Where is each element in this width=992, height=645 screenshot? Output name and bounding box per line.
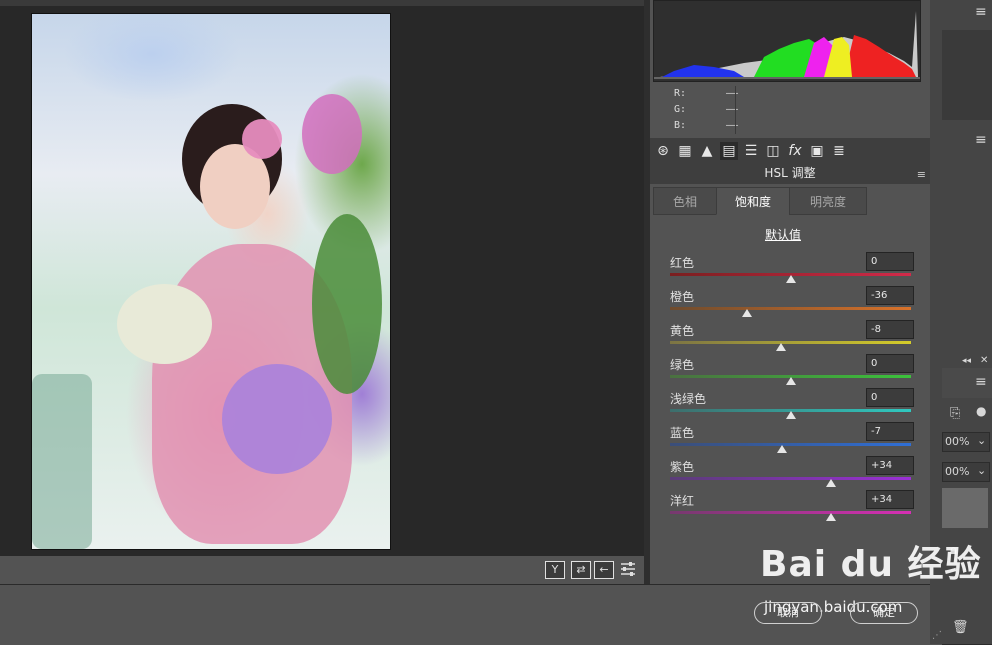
camera-calibration-icon[interactable]: ▣	[808, 142, 826, 160]
slider-thumb[interactable]	[785, 275, 796, 283]
close-icon[interactable]: ✕	[980, 355, 988, 366]
slider-value-field[interactable]: +34	[866, 490, 914, 509]
hsl-icon[interactable]: ▤	[720, 142, 738, 160]
panel-menu-icon[interactable]: ≡	[975, 4, 987, 20]
slider-value-field[interactable]: +34	[866, 456, 914, 475]
slider-value-field[interactable]: -36	[866, 286, 914, 305]
slider-value-field[interactable]: -7	[866, 422, 914, 441]
resize-grip-icon[interactable]: ⋰	[932, 630, 942, 641]
settings-sliders-icon[interactable]	[620, 561, 636, 577]
fill-field[interactable]: 00% ⌄	[942, 462, 990, 482]
split-toning-icon[interactable]: ☰	[742, 142, 760, 160]
g-label: G:	[674, 104, 687, 115]
slider-track[interactable]	[670, 341, 911, 344]
toggle-icon[interactable]: ●	[976, 404, 986, 418]
chevron-down-icon: ⌄	[977, 464, 987, 477]
baidu-watermark: Bai du 经验	[760, 544, 982, 585]
trash-icon[interactable]: 🗑︎	[952, 620, 969, 635]
slider-thumb[interactable]	[826, 513, 837, 521]
b-value: ——	[726, 120, 739, 131]
r-label: R:	[674, 88, 687, 99]
hair-flower-shape	[242, 119, 282, 159]
slider-label: 洋红	[670, 494, 695, 508]
slider-track[interactable]	[670, 511, 911, 514]
panel-menu-icon[interactable]: ≡	[917, 166, 926, 184]
tab-luminance[interactable]: 明亮度	[789, 187, 867, 215]
hsl-panel-header: HSL 调整 ≡	[650, 164, 930, 184]
layer-lock-icon[interactable]: ⎘	[950, 406, 960, 421]
adjustment-tab-icons: ⊛ ▦ ▲ ▤ ☰ ◫ fx ▣ ≣	[650, 138, 930, 165]
fx-icon[interactable]: fx	[786, 142, 804, 160]
chair-shape	[32, 374, 92, 549]
leaves-shape	[312, 214, 382, 394]
slider-thumb[interactable]	[785, 377, 796, 385]
slider-label: 绿色	[670, 358, 695, 372]
slider-value-field[interactable]: 0	[866, 354, 914, 373]
opacity-value: 00%	[945, 435, 970, 448]
b-label: B:	[674, 120, 687, 131]
slider-thumb[interactable]	[777, 445, 788, 453]
presets-icon[interactable]: ≣	[830, 142, 848, 160]
ok-button[interactable]: 确定	[850, 602, 918, 624]
cancel-button[interactable]: 取消	[754, 602, 822, 624]
canvas-top-edge	[0, 0, 644, 6]
navigator-thumbnail	[942, 30, 992, 120]
slider-label: 红色	[670, 256, 695, 270]
canvas-toolbar: Y ⇄ ←	[0, 556, 644, 584]
r-value: ——	[726, 88, 739, 99]
slider-track[interactable]	[670, 307, 911, 310]
panel-menu-icon[interactable]: ≡	[975, 132, 987, 148]
slider-track[interactable]	[670, 477, 911, 480]
slider-thumb[interactable]	[775, 343, 786, 351]
pink-flowers-shape	[302, 94, 362, 174]
rgb-readout: R: —— G: —— B: ——	[650, 84, 930, 136]
slider-label: 橙色	[670, 290, 695, 304]
collapse-icon[interactable]: ◂◂	[962, 356, 971, 366]
before-after-toggle-button[interactable]: Y	[545, 561, 565, 579]
tab-hue[interactable]: 色相	[653, 187, 717, 215]
tab-saturation[interactable]: 饱和度	[716, 187, 790, 215]
slider-value-field[interactable]: 0	[866, 252, 914, 271]
g-value: ——	[726, 104, 739, 115]
panel-menu-icon[interactable]: ≡	[975, 374, 987, 390]
hsl-title: HSL 调整	[764, 166, 816, 180]
swap-settings-button[interactable]: ⇄	[571, 561, 591, 579]
layer-row-selected[interactable]	[942, 488, 988, 528]
detail-icon[interactable]: ▲	[698, 142, 716, 160]
histogram	[653, 0, 921, 82]
slider-label: 紫色	[670, 460, 695, 474]
slider-track[interactable]	[670, 443, 911, 446]
purple-flowers-shape	[222, 364, 332, 474]
slider-thumb[interactable]	[785, 411, 796, 419]
slider-value-field[interactable]: 0	[866, 388, 914, 407]
basic-icon[interactable]: ⊛	[654, 142, 672, 160]
slider-thumb[interactable]	[742, 309, 753, 317]
tone-curve-icon[interactable]: ▦	[676, 142, 694, 160]
opacity-field[interactable]: 00% ⌄	[942, 432, 990, 452]
hsl-subtabs: 色相 饱和度 明亮度	[650, 187, 930, 215]
readout-separator	[735, 86, 736, 134]
default-link[interactable]: 默认值	[650, 226, 916, 243]
slider-label: 蓝色	[670, 426, 695, 440]
slider-value-field[interactable]: -8	[866, 320, 914, 339]
slider-thumb[interactable]	[826, 479, 837, 487]
preview-photo	[31, 13, 391, 550]
slider-label: 黄色	[670, 324, 695, 338]
slider-label: 浅绿色	[670, 392, 707, 406]
bouquet-shape	[117, 284, 212, 364]
copy-settings-button[interactable]: ←	[594, 561, 614, 579]
fill-value: 00%	[945, 465, 970, 478]
lens-corrections-icon[interactable]: ◫	[764, 142, 782, 160]
chevron-down-icon: ⌄	[977, 434, 987, 447]
